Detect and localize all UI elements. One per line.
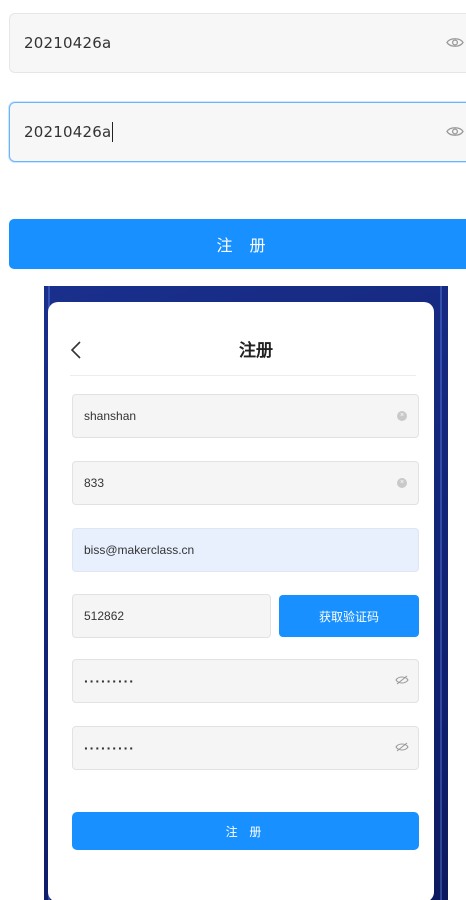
- clear-icon[interactable]: ×: [397, 478, 407, 488]
- header-divider: [70, 375, 416, 376]
- register-button[interactable]: 注 册: [9, 219, 466, 269]
- register-submit-button[interactable]: 注 册: [72, 812, 419, 850]
- code-value: 833: [84, 476, 105, 490]
- confirm-password-field[interactable]: 20210426a: [9, 102, 466, 162]
- card-header: 注册: [48, 302, 434, 376]
- confirm-password-mask: ·········: [84, 740, 135, 756]
- registration-screenshot: 注册 shanshan × 833 × biss@makerclass.cn 5…: [44, 286, 448, 900]
- eye-icon[interactable]: [446, 34, 464, 53]
- eye-icon[interactable]: [446, 123, 464, 142]
- register-card: 注册 shanshan × 833 × biss@makerclass.cn 5…: [48, 302, 434, 900]
- password-field[interactable]: 20210426a: [9, 13, 466, 73]
- get-code-button[interactable]: 获取验证码: [279, 595, 419, 637]
- verification-code-input[interactable]: 512862: [72, 594, 271, 638]
- password-input[interactable]: ·········: [72, 659, 419, 703]
- backdrop-streak: [440, 286, 442, 900]
- email-input[interactable]: biss@makerclass.cn: [72, 528, 419, 572]
- eye-off-icon[interactable]: [395, 674, 409, 688]
- clear-icon[interactable]: ×: [397, 411, 407, 421]
- verification-code-value: 512862: [84, 609, 125, 623]
- username-value: shanshan: [84, 409, 137, 423]
- confirm-password-value: 20210426a: [24, 123, 112, 141]
- eye-off-icon[interactable]: [395, 741, 409, 755]
- code-input[interactable]: 833 ×: [72, 461, 419, 505]
- email-value: biss@makerclass.cn: [84, 543, 195, 557]
- username-input[interactable]: shanshan ×: [72, 394, 419, 438]
- text-cursor: [112, 122, 114, 142]
- confirm-password-input[interactable]: ·········: [72, 726, 419, 770]
- page-title: 注册: [239, 341, 273, 361]
- password-mask: ·········: [84, 673, 135, 689]
- password-value: 20210426a: [24, 34, 112, 52]
